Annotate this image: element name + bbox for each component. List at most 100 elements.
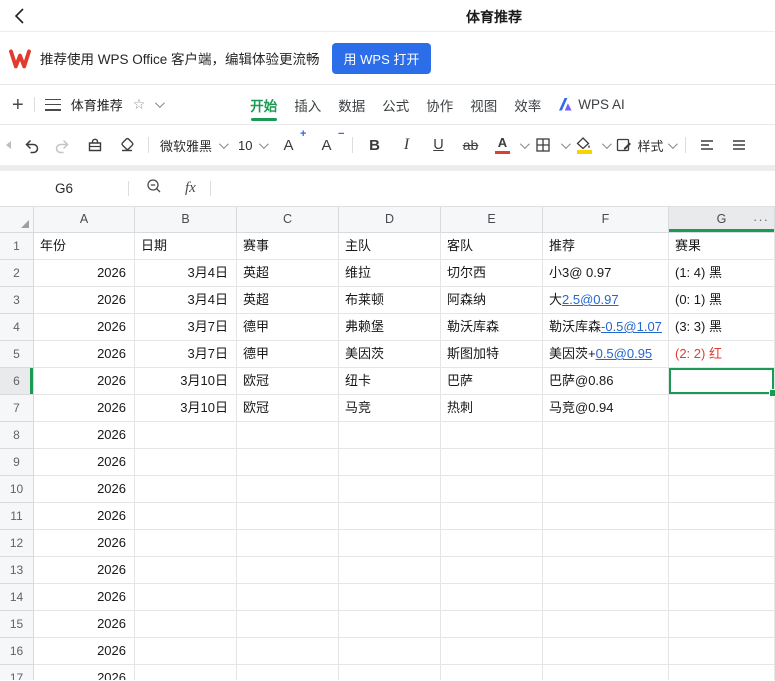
row-header-9[interactable]: 9 — [0, 449, 34, 476]
cell-d14[interactable] — [339, 584, 441, 611]
collapse-toolbar-icon[interactable] — [6, 141, 11, 149]
column-header-e[interactable]: E — [441, 207, 543, 233]
cell-f12[interactable] — [543, 530, 669, 557]
cell-b13[interactable] — [135, 557, 237, 584]
cell-g8[interactable] — [669, 422, 775, 449]
cell-e1[interactable]: 客队 — [441, 233, 543, 260]
row-header-8[interactable]: 8 — [0, 422, 34, 449]
recommendation-link[interactable]: -0.5@1.07 — [601, 319, 662, 334]
cell-d12[interactable] — [339, 530, 441, 557]
italic-button[interactable]: I — [396, 132, 416, 158]
cell-c16[interactable] — [237, 638, 339, 665]
row-header-1[interactable]: 1 — [0, 233, 34, 260]
cell-e11[interactable] — [441, 503, 543, 530]
row-header-16[interactable]: 16 — [0, 638, 34, 665]
cell-f3[interactable]: 大2.5@0.97 — [543, 287, 669, 314]
tab-data[interactable]: 数据 — [338, 85, 365, 124]
row-header-15[interactable]: 15 — [0, 611, 34, 638]
cell-f13[interactable] — [543, 557, 669, 584]
increase-font-size-button[interactable]: A + — [278, 128, 306, 158]
cell-b8[interactable] — [135, 422, 237, 449]
underline-button[interactable]: U — [428, 132, 448, 158]
column-header-b[interactable]: B — [135, 207, 237, 233]
borders-button[interactable] — [533, 132, 553, 158]
cell-b9[interactable] — [135, 449, 237, 476]
cell-a5[interactable]: 2026 — [34, 341, 135, 368]
cell-style-chevron-icon[interactable] — [667, 138, 678, 149]
cell-d16[interactable] — [339, 638, 441, 665]
cell-c15[interactable] — [237, 611, 339, 638]
cell-a17[interactable]: 2026 — [34, 665, 135, 680]
cell-b17[interactable] — [135, 665, 237, 680]
cell-e15[interactable] — [441, 611, 543, 638]
borders-chevron-icon[interactable] — [561, 138, 572, 149]
cell-f1[interactable]: 推荐 — [543, 233, 669, 260]
cell-e5[interactable]: 斯图加特 — [441, 341, 543, 368]
cell-a4[interactable]: 2026 — [34, 314, 135, 341]
cell-e3[interactable]: 阿森纳 — [441, 287, 543, 314]
cell-c1[interactable]: 赛事 — [237, 233, 339, 260]
cell-e2[interactable]: 切尔西 — [441, 260, 543, 287]
tab-view[interactable]: 视图 — [470, 85, 497, 124]
bold-button[interactable]: B — [364, 132, 384, 158]
cell-g1[interactable]: 赛果 — [669, 233, 775, 260]
cell-d4[interactable]: 弗赖堡 — [339, 314, 441, 341]
cell-c17[interactable] — [237, 665, 339, 680]
chevron-down-icon[interactable] — [155, 98, 166, 109]
cell-b15[interactable] — [135, 611, 237, 638]
cell-g15[interactable] — [669, 611, 775, 638]
new-sheet-icon[interactable]: + — [12, 95, 24, 115]
cell-g16[interactable] — [669, 638, 775, 665]
cell-g2[interactable]: (1: 4) 黑 — [669, 260, 775, 287]
tab-formula[interactable]: 公式 — [382, 85, 409, 124]
row-header-13[interactable]: 13 — [0, 557, 34, 584]
cell-a1[interactable]: 年份 — [34, 233, 135, 260]
cell-f7[interactable]: 马竞@0.94 — [543, 395, 669, 422]
recommendation-link[interactable]: 2.5@0.97 — [562, 292, 619, 307]
cell-b3[interactable]: 3月4日 — [135, 287, 237, 314]
cell-a2[interactable]: 2026 — [34, 260, 135, 287]
cell-f15[interactable] — [543, 611, 669, 638]
cell-b5[interactable]: 3月7日 — [135, 341, 237, 368]
row-header-5[interactable]: 5 — [0, 341, 34, 368]
cell-b1[interactable]: 日期 — [135, 233, 237, 260]
open-in-wps-button[interactable]: 用 WPS 打开 — [331, 42, 432, 74]
cell-f8[interactable] — [543, 422, 669, 449]
cell-c4[interactable]: 德甲 — [237, 314, 339, 341]
cell-c10[interactable] — [237, 476, 339, 503]
favorite-star-icon[interactable]: ☆ — [133, 96, 146, 113]
cell-e12[interactable] — [441, 530, 543, 557]
cell-a10[interactable]: 2026 — [34, 476, 135, 503]
cell-g6[interactable] — [669, 368, 775, 397]
search-icon[interactable] — [145, 177, 163, 200]
cell-e10[interactable] — [441, 476, 543, 503]
cell-d3[interactable]: 布莱顿 — [339, 287, 441, 314]
cell-f9[interactable] — [543, 449, 669, 476]
font-color-button[interactable]: A — [492, 132, 512, 158]
cell-e16[interactable] — [441, 638, 543, 665]
cell-f6[interactable]: 巴萨@0.86 — [543, 368, 669, 395]
column-header-f[interactable]: F — [543, 207, 669, 233]
eraser-icon[interactable] — [117, 132, 137, 158]
cell-reference-box[interactable]: G6 — [0, 181, 128, 196]
strikethrough-button[interactable]: ab — [460, 132, 480, 158]
cell-a11[interactable]: 2026 — [34, 503, 135, 530]
tab-efficiency[interactable]: 效率 — [514, 85, 541, 124]
cell-d9[interactable] — [339, 449, 441, 476]
cell-d8[interactable] — [339, 422, 441, 449]
cell-d17[interactable] — [339, 665, 441, 680]
cell-g9[interactable] — [669, 449, 775, 476]
cell-c9[interactable] — [237, 449, 339, 476]
cell-a9[interactable]: 2026 — [34, 449, 135, 476]
cell-g4[interactable]: (3: 3) 黑 — [669, 314, 775, 341]
cell-g17[interactable] — [669, 665, 775, 680]
cell-d11[interactable] — [339, 503, 441, 530]
column-header-d[interactable]: D — [339, 207, 441, 233]
column-header-a[interactable]: A — [34, 207, 135, 233]
cell-a7[interactable]: 2026 — [34, 395, 135, 422]
tab-wps-ai[interactable]: WPS AI — [558, 85, 625, 124]
cell-c7[interactable]: 欧冠 — [237, 395, 339, 422]
cell-f5[interactable]: 美因茨+0.5@0.95 — [543, 341, 669, 368]
cell-f10[interactable] — [543, 476, 669, 503]
align-left-button[interactable] — [697, 132, 717, 158]
